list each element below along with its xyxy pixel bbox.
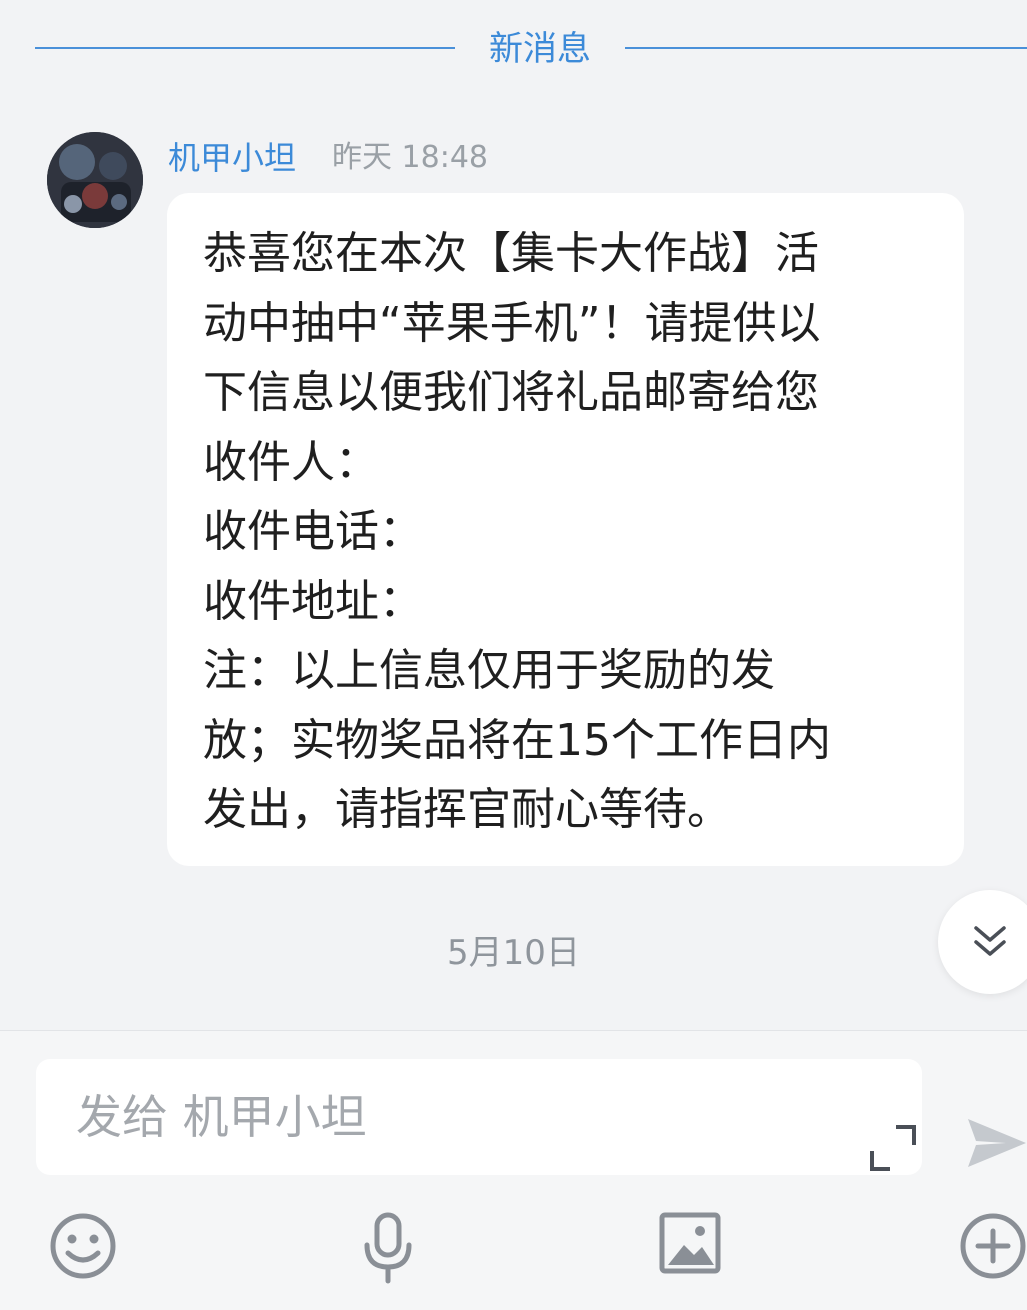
- send-icon[interactable]: [966, 1115, 1027, 1171]
- new-messages-divider: 新消息: [0, 18, 1027, 78]
- plus-circle-icon[interactable]: [958, 1211, 1027, 1281]
- message-line: 收件地址：: [203, 575, 423, 627]
- avatar-image: [47, 132, 143, 228]
- message-line: 收件人：: [203, 436, 379, 488]
- message-line: 收件电话：: [203, 506, 423, 557]
- message-input[interactable]: [76, 1081, 816, 1153]
- message-bubble[interactable]: 恭喜您在本次【集卡大作战】活 动中抽中“苹果手机”！请提供以 下信息以便我们将礼…: [167, 193, 964, 866]
- avatar[interactable]: [47, 132, 143, 228]
- sender-name[interactable]: 机甲小坦: [168, 136, 296, 180]
- date-separator: 5月10日: [447, 933, 580, 973]
- expand-icon[interactable]: [866, 1121, 920, 1175]
- new-messages-label: 新消息: [489, 29, 591, 69]
- image-icon[interactable]: [658, 1211, 722, 1275]
- message-input-box[interactable]: [36, 1059, 922, 1175]
- emoji-icon[interactable]: [48, 1211, 118, 1281]
- message-line: 注：以上信息仅用于奖励的发: [203, 645, 775, 696]
- divider-line-right: [625, 47, 1027, 49]
- message-timestamp: 昨天 18:48: [332, 140, 488, 175]
- composer-area: [0, 1030, 1027, 1310]
- message-line: 放；实物奖品将在15个工作日内: [203, 714, 831, 766]
- message-line: 恭喜您在本次【集卡大作战】活: [203, 228, 819, 279]
- chat-screen: 新消息 机甲小坦 昨天 18:48 恭喜您在本次【集卡大作战】活 动中抽中“苹果…: [0, 0, 1027, 1310]
- message-line: 下信息以便我们将礼品邮寄给您: [203, 367, 819, 418]
- message-line: 发出，请指挥官耐心等待。: [203, 784, 731, 835]
- divider-line-left: [35, 47, 455, 49]
- message-line: 动中抽中“苹果手机”！请提供以: [203, 297, 821, 349]
- microphone-icon[interactable]: [360, 1211, 416, 1285]
